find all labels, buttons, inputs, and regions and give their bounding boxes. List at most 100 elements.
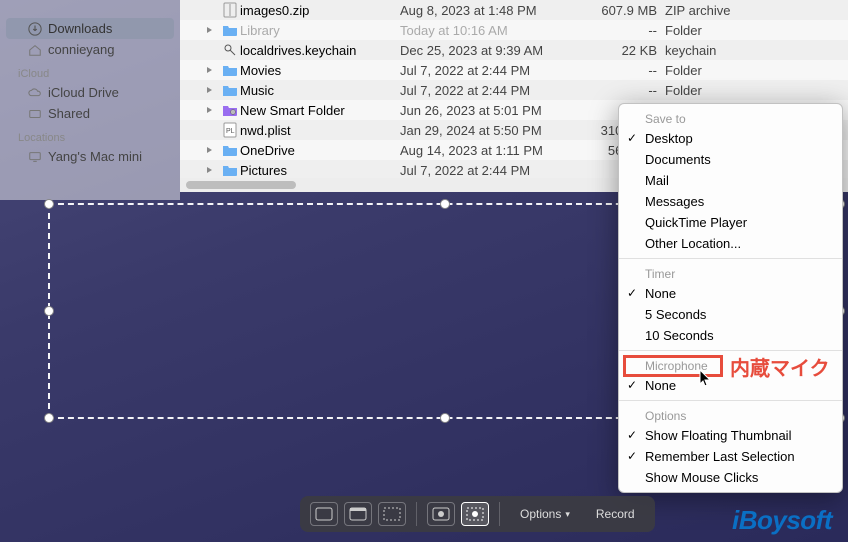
- menu-item[interactable]: Show Mouse Clicks: [619, 467, 842, 488]
- file-size: --: [590, 63, 665, 78]
- disclosure-triangle-icon[interactable]: [200, 166, 220, 174]
- file-icon: [220, 143, 240, 157]
- resize-handle[interactable]: [44, 306, 54, 316]
- menu-item[interactable]: QuickTime Player: [619, 212, 842, 233]
- sidebar-item-user[interactable]: connieyang: [0, 39, 180, 60]
- menu-section-header: Options: [619, 405, 842, 425]
- menu-section-header: Timer: [619, 263, 842, 283]
- file-size: 22 KB: [590, 43, 665, 58]
- file-kind: ZIP archive: [665, 3, 765, 18]
- disclosure-triangle-icon[interactable]: [200, 106, 220, 114]
- menu-item-label: Messages: [645, 194, 704, 209]
- table-row[interactable]: MusicJul 7, 2022 at 2:44 PM--Folder: [180, 80, 848, 100]
- table-row[interactable]: LibraryToday at 10:16 AM--Folder: [180, 20, 848, 40]
- svg-text:PL: PL: [226, 128, 235, 135]
- menu-item[interactable]: 10 Seconds: [619, 325, 842, 346]
- check-icon: ✓: [627, 131, 637, 145]
- menu-item[interactable]: ✓ Show Floating Thumbnail: [619, 425, 842, 446]
- chevron-down-icon: ▾: [565, 509, 570, 520]
- file-name: OneDrive: [240, 143, 400, 158]
- sidebar-item-downloads[interactable]: Downloads: [6, 18, 174, 39]
- menu-item[interactable]: ✓Remember Last Selection: [619, 446, 842, 467]
- menu-item[interactable]: ✓None: [619, 283, 842, 304]
- sidebar-item-label: Yang's Mac mini: [48, 149, 142, 164]
- file-date: Aug 8, 2023 at 1:48 PM: [400, 3, 590, 18]
- toolbar-divider: [416, 502, 417, 526]
- menu-item-label: Desktop: [645, 131, 693, 146]
- menu-item-label: None: [645, 378, 676, 393]
- check-icon: ✓: [627, 428, 637, 442]
- disclosure-triangle-icon[interactable]: [200, 66, 220, 74]
- record-entire-screen-button[interactable]: [427, 502, 455, 526]
- file-name: localdrives.keychain: [240, 43, 400, 58]
- file-icon: PL: [220, 122, 240, 138]
- sidebar-item-icloud-drive[interactable]: iCloud Drive: [0, 82, 180, 103]
- file-date: Jan 29, 2024 at 5:50 PM: [400, 123, 590, 138]
- file-date: Dec 25, 2023 at 9:39 AM: [400, 43, 590, 58]
- menu-item-label: None: [645, 286, 676, 301]
- annotation-text: 内蔵マイク: [730, 352, 830, 381]
- resize-handle[interactable]: [440, 413, 450, 423]
- menu-item-label: 10 Seconds: [645, 328, 714, 343]
- disclosure-triangle-icon[interactable]: [200, 146, 220, 154]
- menu-separator: [619, 400, 842, 401]
- menu-item[interactable]: Other Location...: [619, 233, 842, 254]
- sidebar-item-label: iCloud Drive: [48, 85, 119, 100]
- menu-item[interactable]: Documents: [619, 149, 842, 170]
- menu-item-label: Show Mouse Clicks: [645, 470, 758, 485]
- file-date: Jul 7, 2022 at 2:44 PM: [400, 63, 590, 78]
- sidebar-item-shared[interactable]: Shared: [0, 103, 180, 124]
- menu-item[interactable]: Messages: [619, 191, 842, 212]
- menu-item[interactable]: 5 Seconds: [619, 304, 842, 325]
- table-row[interactable]: images0.zipAug 8, 2023 at 1:48 PM607.9 M…: [180, 0, 848, 20]
- table-row[interactable]: MoviesJul 7, 2022 at 2:44 PM--Folder: [180, 60, 848, 80]
- resize-handle[interactable]: [440, 199, 450, 209]
- record-selection-button[interactable]: [461, 502, 489, 526]
- file-name: Music: [240, 83, 400, 98]
- menu-item-label: Show Floating Thumbnail: [645, 428, 791, 443]
- file-name: New Smart Folder: [240, 103, 400, 118]
- table-row[interactable]: localdrives.keychainDec 25, 2023 at 9:39…: [180, 40, 848, 60]
- file-icon: [220, 2, 240, 18]
- menu-item[interactable]: Mail: [619, 170, 842, 191]
- capture-selection-button[interactable]: [378, 502, 406, 526]
- scroll-thumb[interactable]: [186, 181, 296, 189]
- capture-window-button[interactable]: [344, 502, 372, 526]
- file-icon: [220, 63, 240, 77]
- menu-section-header: Save to: [619, 108, 842, 128]
- file-date: Jul 7, 2022 at 2:44 PM: [400, 163, 590, 178]
- sidebar-section-icloud: iCloud: [0, 60, 180, 82]
- resize-handle[interactable]: [44, 413, 54, 423]
- file-name: Library: [240, 23, 400, 38]
- shared-icon: [28, 107, 42, 121]
- sidebar-section-locations: Locations: [0, 124, 180, 146]
- file-kind: keychain: [665, 43, 765, 58]
- file-kind: Folder: [665, 23, 765, 38]
- file-name: Movies: [240, 63, 400, 78]
- options-button[interactable]: Options▾: [510, 507, 580, 521]
- screenshot-toolbar: Options▾ Record: [300, 496, 655, 532]
- computer-icon: [28, 150, 42, 164]
- file-name: images0.zip: [240, 3, 400, 18]
- check-icon: ✓: [627, 449, 637, 463]
- file-date: Jul 7, 2022 at 2:44 PM: [400, 83, 590, 98]
- disclosure-triangle-icon[interactable]: [200, 86, 220, 94]
- record-button[interactable]: Record: [586, 507, 645, 521]
- menu-item-label: Other Location...: [645, 236, 741, 251]
- sidebar-item-label: Downloads: [48, 21, 112, 36]
- menu-separator: [619, 258, 842, 259]
- file-size: --: [590, 23, 665, 38]
- menu-item[interactable]: ✓ Desktop: [619, 128, 842, 149]
- finder-sidebar: Downloads connieyang iCloud iCloud Drive…: [0, 0, 180, 200]
- capture-entire-screen-button[interactable]: [310, 502, 338, 526]
- resize-handle[interactable]: [44, 199, 54, 209]
- check-icon: ✓: [627, 378, 637, 392]
- file-icon: [220, 23, 240, 37]
- file-name: Pictures: [240, 163, 400, 178]
- menu-item-label: Mail: [645, 173, 669, 188]
- file-kind: Folder: [665, 63, 765, 78]
- disclosure-triangle-icon[interactable]: [200, 26, 220, 34]
- menu-item-label: Documents: [645, 152, 711, 167]
- file-size: 607.9 MB: [590, 3, 665, 18]
- sidebar-item-location[interactable]: Yang's Mac mini: [0, 146, 180, 167]
